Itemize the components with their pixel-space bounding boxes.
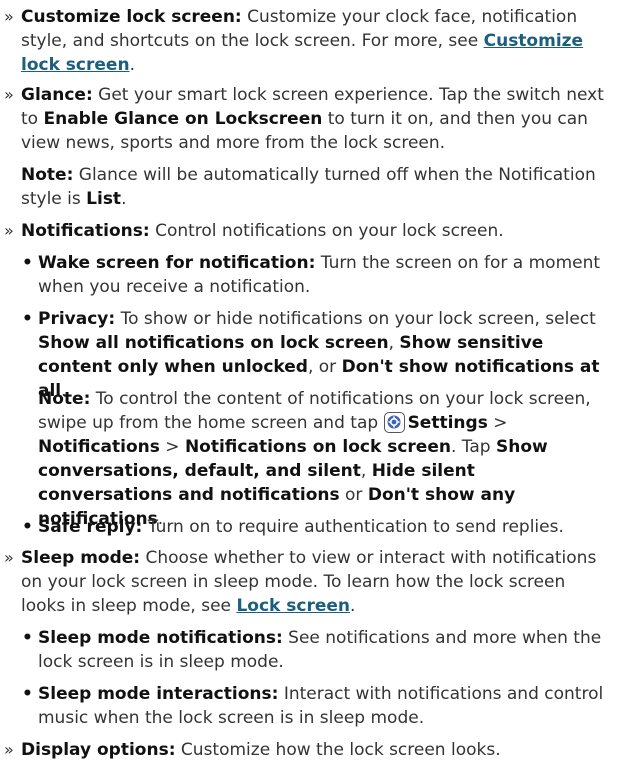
item-title: Glance: (21, 85, 93, 105)
item-text: Customize lock screen: Customize your cl… (21, 7, 584, 75)
item-title: Display options: (21, 740, 176, 760)
or-text: or (345, 485, 363, 505)
notifications-label: Notifications (38, 437, 160, 457)
item-title: Notifications: (21, 221, 150, 241)
item-title: Safe reply: (38, 517, 143, 537)
item-text: Sleep mode notifications: See notificati… (0, 626, 612, 674)
item-body: Turn on to require authentication to sen… (147, 517, 564, 537)
list-style-label: List (86, 189, 122, 209)
chevron-bullet-icon: » (4, 7, 14, 26)
notifications-on-lock-label: Notifications on lock screen (184, 437, 451, 457)
sub-item-sleep-interactions: • Sleep mode interactions: Interact with… (0, 682, 612, 730)
glance-note: Note: Glance will be automatically turne… (0, 163, 612, 211)
item-title: Wake screen for notification: (38, 253, 316, 273)
bullet-dot-icon: • (22, 517, 33, 537)
privacy-option-1: Show all notifications on lock screen (38, 333, 389, 353)
bullet-dot-icon: • (22, 309, 33, 329)
note-text: Note: To control the content of notifica… (38, 389, 591, 529)
item-text: Glance: Get your smart lock screen exper… (0, 83, 612, 155)
chevron-bullet-icon: » (4, 740, 14, 759)
item-body: To show or hide notifications on your lo… (120, 309, 596, 329)
note-body: To control the content of notifications … (38, 389, 591, 433)
item-text: Wake screen for notification: Turn the s… (0, 251, 612, 299)
item-text: Safe reply: Turn on to require authentic… (0, 515, 612, 539)
note-text: Note: Glance will be automatically turne… (21, 165, 596, 209)
item-title: Sleep mode notifications: (38, 628, 283, 648)
item-body: Control notifications on your lock scree… (155, 221, 504, 241)
bullet-dot-icon: • (22, 684, 33, 704)
item-text: Sleep mode interactions: Interact with n… (0, 682, 612, 730)
item-title: Sleep mode: (21, 548, 141, 568)
sub-item-safe-reply: • Safe reply: Turn on to require authent… (0, 515, 612, 539)
item-title: Customize lock screen: (21, 7, 242, 27)
settings-label: Settings (407, 413, 488, 433)
enable-glance-label: Enable Glance on Lockscreen (43, 109, 323, 129)
item-text: Notifications: Control notifications on … (0, 219, 612, 243)
tap-text: . Tap (450, 437, 491, 457)
item-text: Sleep mode: Choose whether to view or in… (21, 548, 597, 616)
item-title: Sleep mode interactions: (38, 684, 279, 704)
sub-item-sleep-notifications: • Sleep mode notifications: See notifica… (0, 626, 612, 674)
bullet-dot-icon: • (22, 253, 33, 273)
chevron-bullet-icon: » (4, 548, 14, 567)
item-body: Customize how the lock screen looks. (180, 740, 501, 760)
note-label: Note: (21, 165, 74, 185)
gear-icon (383, 412, 405, 433)
sub-item-wake-screen: • Wake screen for notification: Turn the… (0, 251, 612, 299)
list-item-display-options: » Display options: Customize how the loc… (0, 738, 612, 762)
list-item-customize-lock-screen: » Customize lock screen: Customize your … (0, 5, 612, 77)
list-item-glance: » Glance: Get your smart lock screen exp… (0, 83, 612, 155)
privacy-note: Note: To control the content of notifica… (0, 387, 612, 531)
bullet-dot-icon: • (22, 628, 33, 648)
note-label: Note: (38, 389, 91, 409)
lock-screen-link[interactable]: Lock screen (236, 596, 350, 616)
list-item-notifications: » Notifications: Control notifications o… (0, 219, 612, 243)
document-page: » Customize lock screen: Customize your … (0, 0, 618, 760)
item-title: Privacy: (38, 309, 116, 329)
chevron-bullet-icon: » (4, 221, 14, 240)
chevron-bullet-icon: » (4, 85, 14, 104)
item-text: Display options: Customize how the lock … (0, 738, 612, 762)
list-item-sleep-mode: » Sleep mode: Choose whether to view or … (0, 546, 612, 618)
or-text: , or (307, 357, 337, 377)
